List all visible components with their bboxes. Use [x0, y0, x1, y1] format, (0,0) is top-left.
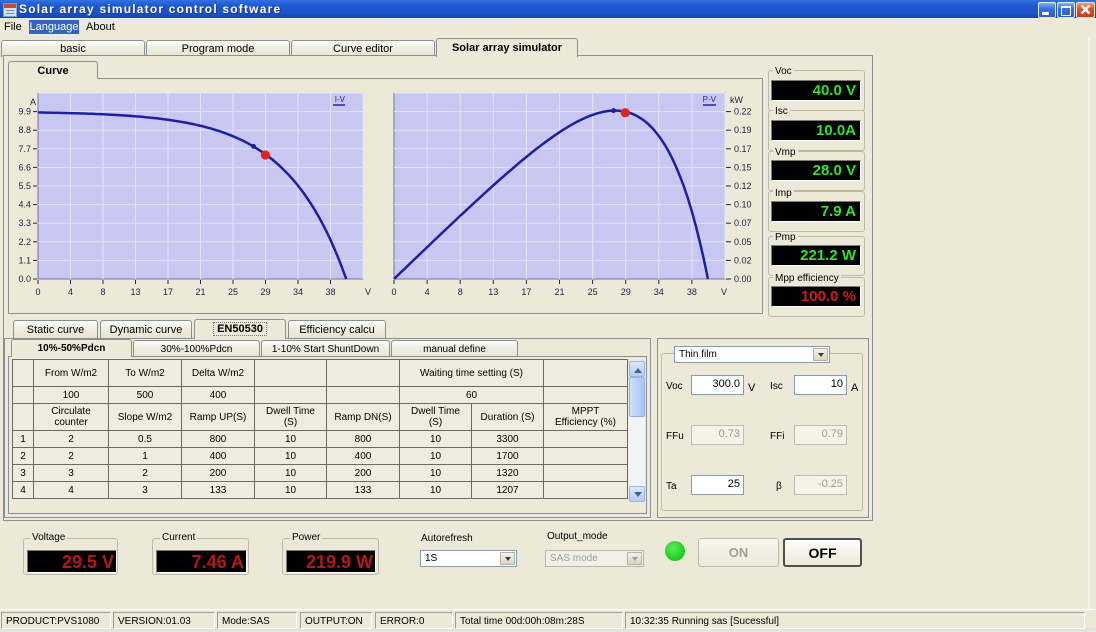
svg-text:13: 13 — [488, 287, 498, 297]
svg-text:21: 21 — [554, 287, 564, 297]
svg-text:4: 4 — [425, 287, 430, 297]
svg-text:0.07: 0.07 — [734, 218, 752, 228]
svg-text:3.3: 3.3 — [18, 218, 31, 228]
svg-text:29: 29 — [260, 287, 270, 297]
svg-text:0.19: 0.19 — [734, 125, 752, 135]
svg-text:38: 38 — [325, 287, 335, 297]
svg-text:7.7: 7.7 — [18, 144, 31, 154]
svg-text:6.6: 6.6 — [18, 162, 31, 172]
svg-text:0.12: 0.12 — [734, 181, 752, 191]
svg-text:25: 25 — [588, 287, 598, 297]
svg-text:29: 29 — [621, 287, 631, 297]
svg-text:21: 21 — [195, 287, 205, 297]
svg-text:2.2: 2.2 — [18, 237, 31, 247]
svg-text:0.22: 0.22 — [734, 107, 752, 117]
svg-text:13: 13 — [130, 287, 140, 297]
svg-text:5.5: 5.5 — [18, 181, 31, 191]
svg-text:38: 38 — [687, 287, 697, 297]
svg-text:17: 17 — [521, 287, 531, 297]
svg-text:9.9: 9.9 — [18, 107, 31, 117]
svg-text:0.15: 0.15 — [734, 162, 752, 172]
svg-text:P-V: P-V — [703, 95, 717, 104]
svg-text:kW: kW — [730, 95, 744, 105]
svg-text:8: 8 — [458, 287, 463, 297]
svg-text:0.00: 0.00 — [734, 274, 752, 284]
svg-text:I-V: I-V — [335, 95, 346, 104]
svg-text:0.17: 0.17 — [734, 144, 752, 154]
svg-text:0.05: 0.05 — [734, 237, 752, 247]
svg-text:0.02: 0.02 — [734, 255, 752, 265]
svg-text:0: 0 — [391, 287, 396, 297]
svg-text:0.0: 0.0 — [18, 274, 31, 284]
svg-text:25: 25 — [228, 287, 238, 297]
svg-text:17: 17 — [163, 287, 173, 297]
svg-text:1.1: 1.1 — [18, 255, 31, 265]
svg-text:V: V — [721, 287, 727, 297]
svg-text:0: 0 — [35, 287, 40, 297]
svg-text:34: 34 — [293, 287, 303, 297]
svg-text:34: 34 — [654, 287, 664, 297]
svg-text:V: V — [365, 287, 371, 297]
svg-text:0.10: 0.10 — [734, 200, 752, 210]
svg-text:A: A — [30, 97, 36, 107]
svg-text:4.4: 4.4 — [18, 200, 31, 210]
svg-text:8.8: 8.8 — [18, 125, 31, 135]
svg-text:4: 4 — [68, 287, 73, 297]
svg-text:8: 8 — [100, 287, 105, 297]
